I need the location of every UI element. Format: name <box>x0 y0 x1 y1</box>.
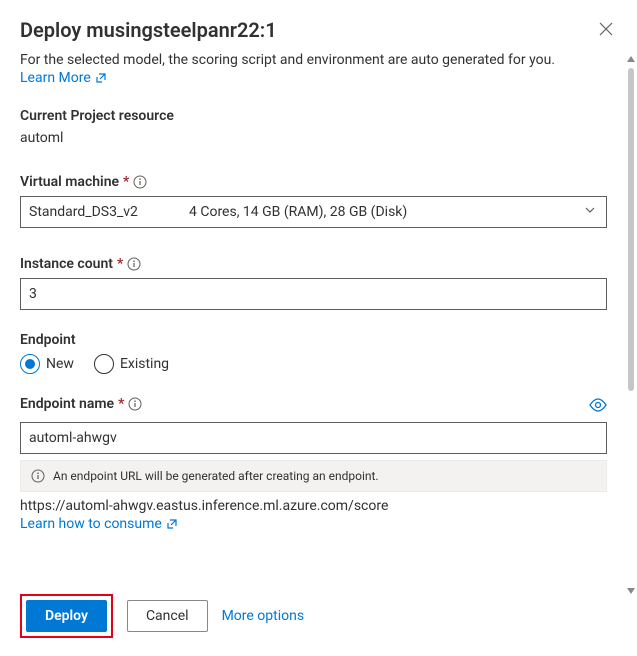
project-resource-value: automl <box>20 130 607 146</box>
deploy-button[interactable]: Deploy <box>26 600 107 632</box>
more-options-link[interactable]: More options <box>222 608 305 624</box>
scroll-thumb[interactable] <box>628 68 634 391</box>
project-resource-label: Current Project resource <box>20 108 607 124</box>
endpoint-info-bar: An endpoint URL will be generated after … <box>20 460 607 492</box>
endpoint-radio-new[interactable]: New <box>20 354 74 374</box>
endpoint-radio-group: New Existing <box>20 354 607 374</box>
scroll-up-icon <box>627 56 635 62</box>
close-button[interactable] <box>595 18 617 40</box>
close-icon <box>599 22 613 36</box>
vm-selected-spec: 4 Cores, 14 GB (RAM), 28 GB (Disk) <box>189 204 598 220</box>
endpoint-existing-label: Existing <box>120 356 169 372</box>
chevron-down-icon <box>584 204 596 220</box>
scroll-down-icon <box>627 588 635 594</box>
radio-selected-icon <box>20 354 40 374</box>
endpoint-new-label: New <box>46 356 74 372</box>
endpoint-name-input[interactable] <box>20 422 607 454</box>
learn-more-link[interactable]: Learn More <box>20 70 107 86</box>
info-icon[interactable] <box>128 397 142 411</box>
required-indicator: * <box>118 396 124 412</box>
vm-label: Virtual machine <box>20 174 119 190</box>
external-link-icon <box>166 518 178 530</box>
endpoint-heading: Endpoint <box>20 332 607 348</box>
info-icon[interactable] <box>127 257 141 271</box>
eye-icon <box>589 398 607 412</box>
cancel-button[interactable]: Cancel <box>127 600 208 632</box>
instance-count-input[interactable] <box>20 278 607 310</box>
intro-description: For the selected model, the scoring scri… <box>20 52 607 68</box>
info-icon[interactable] <box>133 175 147 189</box>
radio-unselected-icon <box>94 354 114 374</box>
learn-consume-label: Learn how to consume <box>20 516 162 532</box>
learn-consume-link[interactable]: Learn how to consume <box>20 516 178 532</box>
endpoint-url: https://automl-ahwgv.eastus.inference.ml… <box>20 498 607 514</box>
info-icon <box>31 469 45 483</box>
vm-dropdown[interactable]: Standard_DS3_v2 4 Cores, 14 GB (RAM), 28… <box>20 196 607 228</box>
endpoint-name-label: Endpoint name <box>20 396 114 412</box>
endpoint-radio-existing[interactable]: Existing <box>94 354 169 374</box>
deploy-highlight: Deploy <box>20 594 113 638</box>
required-indicator: * <box>117 256 123 272</box>
vm-selected-name: Standard_DS3_v2 <box>29 204 189 220</box>
dialog-title: Deploy musingsteelpanr22:1 <box>20 18 277 42</box>
external-link-icon <box>95 72 107 84</box>
instance-count-label: Instance count <box>20 256 113 272</box>
visibility-toggle[interactable] <box>589 398 607 416</box>
learn-more-label: Learn More <box>20 70 91 86</box>
endpoint-info-text: An endpoint URL will be generated after … <box>53 469 379 483</box>
scrollbar[interactable] <box>625 56 637 594</box>
required-indicator: * <box>123 174 129 190</box>
